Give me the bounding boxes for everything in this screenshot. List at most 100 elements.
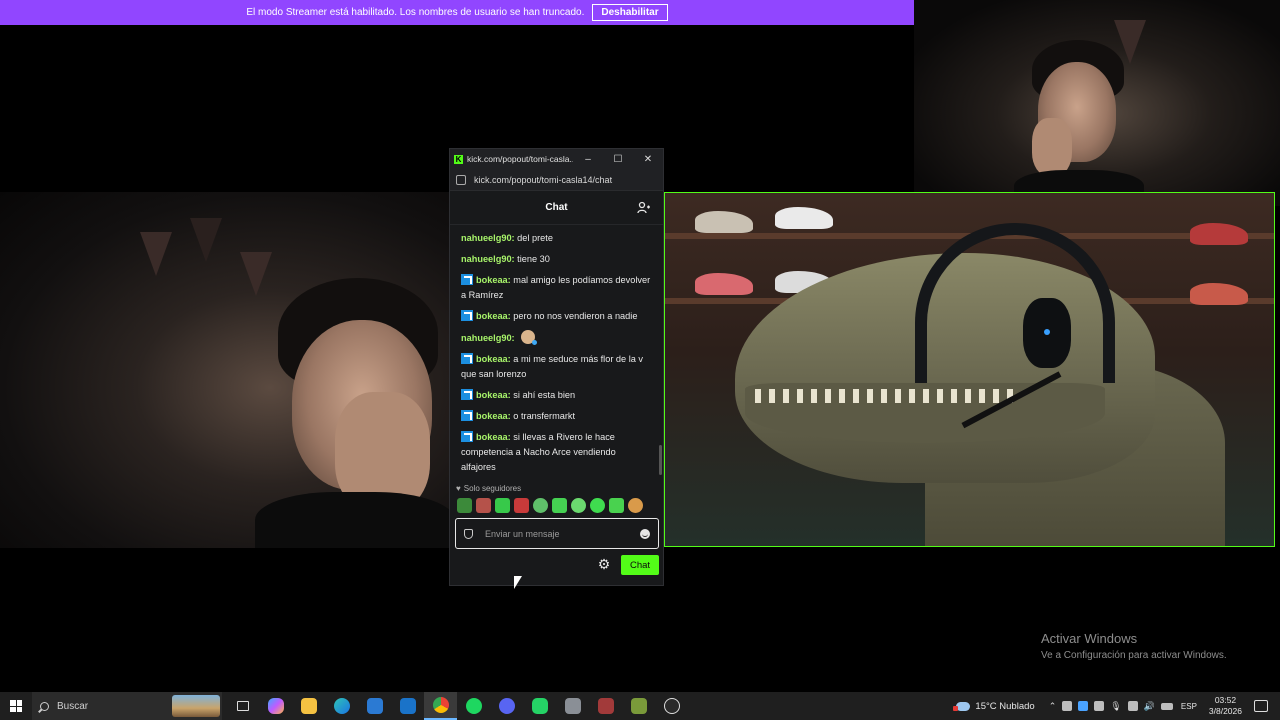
- chat-scrollbar[interactable]: [659, 445, 662, 475]
- emote-icon[interactable]: [552, 498, 567, 513]
- search-icon: [40, 701, 49, 711]
- shield-icon[interactable]: [464, 528, 473, 539]
- discord-icon[interactable]: [490, 692, 523, 720]
- language-indicator[interactable]: ESP: [1181, 702, 1197, 711]
- emote-icon[interactable]: [571, 498, 586, 513]
- outlook-icon[interactable]: [391, 692, 424, 720]
- chat-username[interactable]: nahueelg90:: [461, 333, 515, 343]
- whatsapp-icon[interactable]: [523, 692, 556, 720]
- search-highlight-image[interactable]: [172, 695, 220, 717]
- chat-username[interactable]: bokeaa:: [476, 311, 511, 321]
- users-icon[interactable]: [637, 201, 651, 215]
- emote-icon[interactable]: [457, 498, 472, 513]
- chat-username[interactable]: nahueelg90:: [461, 233, 515, 243]
- emote-icon[interactable]: [495, 498, 510, 513]
- taskbar: Buscar 15°C Nublado ⌃ 🎙 🔊 ESP 03:52 3/8/…: [0, 692, 1280, 720]
- emote-icon[interactable]: [628, 498, 643, 513]
- game-icon[interactable]: [589, 692, 622, 720]
- start-button[interactable]: [0, 692, 32, 720]
- taskbar-apps: [226, 692, 688, 720]
- chat-message-input[interactable]: [485, 528, 640, 539]
- kick-logo-icon: K: [454, 154, 463, 164]
- chat-username[interactable]: bokeaa:: [476, 432, 511, 442]
- watermark-subtitle: Ve a Configuración para activar Windows.: [1041, 650, 1227, 661]
- chat-message: bokeaa: si llevas a Rivero le hace compe…: [461, 430, 652, 475]
- disable-streamer-mode-button[interactable]: Deshabilitar: [592, 4, 668, 21]
- chat-username[interactable]: bokeaa:: [476, 411, 511, 421]
- chat-settings-gear-icon[interactable]: ⚙: [597, 557, 611, 571]
- chat-message: bokeaa: si ahí esta bien: [461, 388, 652, 403]
- store-icon[interactable]: [358, 692, 391, 720]
- tray-app-icon[interactable]: [1078, 701, 1089, 711]
- streamer-mode-banner: El modo Streamer está habilitado. Los no…: [0, 0, 914, 25]
- emoji-picker-icon[interactable]: [640, 528, 650, 539]
- window-title: kick.com/popout/tomi-casla...: [467, 154, 573, 164]
- microphone-icon[interactable]: 🎙: [1110, 701, 1121, 712]
- webcam-preview-small: [914, 0, 1280, 206]
- chat-message: nahueelg90: del prete: [461, 231, 652, 246]
- edge-icon[interactable]: [325, 692, 358, 720]
- chat-username[interactable]: nahueelg90:: [461, 254, 515, 264]
- tray-app-icon[interactable]: [1094, 701, 1105, 711]
- speaker-icon[interactable]: 🔊: [1144, 701, 1155, 712]
- sneaker: [775, 207, 833, 229]
- chat-username[interactable]: bokeaa:: [476, 354, 511, 364]
- minimize-icon[interactable]: –: [573, 154, 603, 165]
- chat-messages[interactable]: nahueelg90: del prete nahueelg90: tiene …: [450, 227, 663, 485]
- pennant-decoration: [190, 218, 222, 262]
- subscriber-badge-icon: [461, 310, 473, 321]
- clock-date: 3/8/2026: [1208, 706, 1242, 716]
- chat-text: tiene 30: [517, 254, 550, 264]
- emote-icon[interactable]: [514, 498, 529, 513]
- site-info-icon[interactable]: [456, 174, 466, 185]
- chrome-icon[interactable]: [424, 692, 457, 720]
- chat-header: Chat: [450, 191, 663, 225]
- pennant-decoration: [240, 252, 272, 296]
- minecraft-icon[interactable]: [622, 692, 655, 720]
- emote-icon[interactable]: [533, 498, 548, 513]
- chat-message: bokeaa: mal amigo les podíamos devolver …: [461, 273, 652, 303]
- chevron-up-icon[interactable]: ⌃: [1049, 701, 1057, 712]
- url-bar[interactable]: kick.com/popout/tomi-casla14/chat: [450, 169, 663, 191]
- emote-icon[interactable]: [609, 498, 624, 513]
- chat-username[interactable]: bokeaa:: [476, 390, 511, 400]
- chat-message: bokeaa: a mi me seduce más flor de la v …: [461, 352, 652, 382]
- pennant-decoration: [140, 232, 172, 276]
- search-placeholder: Buscar: [57, 700, 89, 712]
- subscriber-badge-icon: [461, 274, 473, 285]
- emote-icon[interactable]: [590, 498, 605, 513]
- spotify-icon[interactable]: [457, 692, 490, 720]
- chat-input-box[interactable]: [455, 518, 659, 549]
- clock[interactable]: 03:52 3/8/2026: [1209, 695, 1242, 717]
- notifications-icon[interactable]: [1254, 700, 1268, 712]
- app-icon[interactable]: [556, 692, 589, 720]
- battery-icon[interactable]: [1160, 702, 1173, 710]
- taskbar-search[interactable]: Buscar: [32, 692, 222, 720]
- chat-popout-window[interactable]: K kick.com/popout/tomi-casla... – ☐ ✕ ki…: [449, 148, 664, 586]
- sneaker: [695, 211, 753, 233]
- obs-icon[interactable]: [655, 692, 688, 720]
- chat-username[interactable]: bokeaa:: [476, 275, 511, 285]
- headset-light: [1044, 329, 1050, 335]
- alligator-video: [664, 192, 1275, 547]
- weather-widget[interactable]: 15°C Nublado: [953, 701, 1035, 712]
- maximize-icon[interactable]: ☐: [603, 154, 633, 165]
- copilot-icon[interactable]: [259, 692, 292, 720]
- chat-message: bokeaa: pero no nos vendieron a nadie: [461, 309, 652, 324]
- activate-windows-watermark: Activar Windows Ve a Configuración para …: [1041, 631, 1227, 661]
- window-titlebar[interactable]: K kick.com/popout/tomi-casla... – ☐ ✕: [450, 149, 663, 169]
- chat-text: pero no nos vendieron a nadie: [513, 311, 638, 321]
- sneaker: [695, 273, 753, 295]
- network-icon[interactable]: [1127, 701, 1138, 711]
- url-text: kick.com/popout/tomi-casla14/chat: [474, 174, 613, 185]
- tray-app-icon[interactable]: [1062, 701, 1073, 711]
- windows-logo-icon: [10, 700, 22, 712]
- file-explorer-icon[interactable]: [292, 692, 325, 720]
- close-icon[interactable]: ✕: [633, 154, 663, 165]
- task-view-icon[interactable]: [226, 692, 259, 720]
- send-chat-button[interactable]: Chat: [621, 555, 659, 575]
- emote-quick-bar: [457, 498, 643, 513]
- emote-icon: [521, 330, 538, 345]
- emote-icon[interactable]: [476, 498, 491, 513]
- webcam-main: [0, 192, 450, 548]
